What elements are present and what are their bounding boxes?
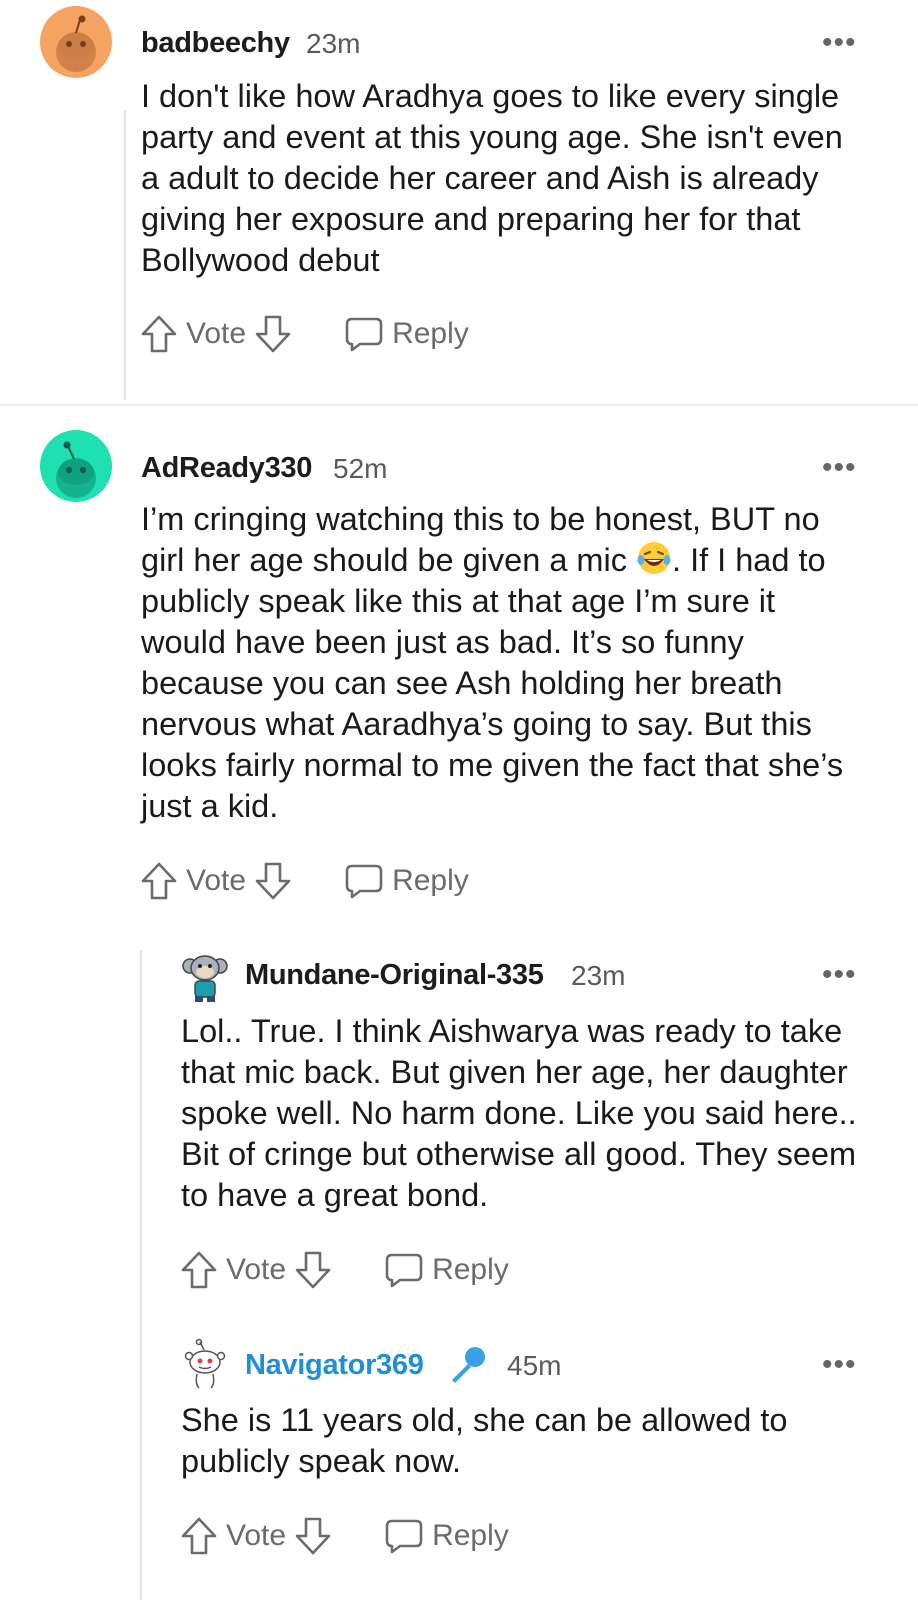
speech-bubble-icon (345, 317, 383, 352)
downvote-arrow-icon[interactable] (254, 861, 292, 901)
vote-label: Vote (186, 864, 247, 897)
downvote-arrow-icon[interactable] (294, 1250, 332, 1290)
speech-bubble-icon (385, 1519, 423, 1554)
reply-button[interactable]: Reply (384, 1251, 509, 1289)
thread-line (124, 110, 126, 400)
snoo-avatar-icon (184, 1338, 226, 1389)
comment-timestamp: 52m (333, 453, 388, 484)
speech-bubble-icon (385, 1253, 423, 1288)
speech-bubble-icon (345, 864, 383, 899)
reply-label: Reply (392, 317, 469, 350)
comment-username[interactable]: AdReady330 (141, 452, 312, 485)
comment-actions: Vote Reply (140, 314, 469, 354)
laughing-tears-emoji-icon (637, 542, 671, 574)
comment-timestamp: 23m (306, 28, 361, 59)
comment-text-part: . If I had to publicly speak like this a… (141, 542, 844, 824)
upvote-arrow-icon[interactable] (140, 861, 178, 901)
more-options-icon[interactable]: ••• (822, 960, 857, 990)
comment-actions: Vote Reply (140, 861, 469, 901)
more-options-icon[interactable]: ••• (822, 28, 857, 58)
comment-text: Lol.. True. I think Aishwarya was ready … (181, 1013, 857, 1213)
vote-label: Vote (226, 1519, 287, 1552)
avatar[interactable] (40, 430, 112, 502)
avatar[interactable] (180, 1338, 230, 1392)
avatar[interactable] (180, 950, 230, 1004)
upvote-arrow-icon[interactable] (140, 314, 178, 354)
downvote-arrow-icon[interactable] (294, 1516, 332, 1556)
avatar[interactable] (40, 6, 112, 78)
comment-timestamp: 23m (571, 960, 626, 991)
comment-text: She is 11 years old, she can be allowed … (181, 1402, 788, 1479)
reply-label: Reply (392, 864, 469, 897)
reply-label: Reply (432, 1253, 509, 1286)
snoo-avatar-icon (56, 441, 96, 498)
comment-actions: Vote Reply (180, 1516, 509, 1556)
comment-actions: Vote Reply (180, 1250, 509, 1290)
downvote-arrow-icon[interactable] (254, 314, 292, 354)
vote-label: Vote (226, 1253, 287, 1286)
comment-username[interactable]: Mundane-Original-335 (245, 959, 544, 992)
upvote-arrow-icon[interactable] (180, 1516, 218, 1556)
thread-line (140, 950, 142, 1600)
comment-text: I don't like how Aradhya goes to like ev… (141, 78, 843, 278)
comment-text: I’m cringing watching this to be honest,… (141, 499, 861, 827)
vote-label: Vote (186, 317, 247, 350)
comment-username[interactable]: badbeechy (141, 27, 290, 60)
reply-button[interactable]: Reply (344, 315, 469, 353)
reply-button[interactable]: Reply (384, 1517, 509, 1555)
comment-username[interactable]: Navigator369 (245, 1349, 424, 1382)
upvote-arrow-icon[interactable] (180, 1250, 218, 1290)
comment-timestamp: 45m (507, 1350, 562, 1381)
reply-label: Reply (432, 1519, 509, 1552)
more-options-icon[interactable]: ••• (822, 453, 857, 483)
snoo-avatar-icon (56, 15, 96, 72)
comment-divider (0, 404, 918, 406)
snoo-monkey-avatar-icon (182, 955, 228, 1002)
more-options-icon[interactable]: ••• (822, 1350, 857, 1380)
microphone-icon (452, 1347, 485, 1383)
reply-button[interactable]: Reply (344, 862, 469, 900)
